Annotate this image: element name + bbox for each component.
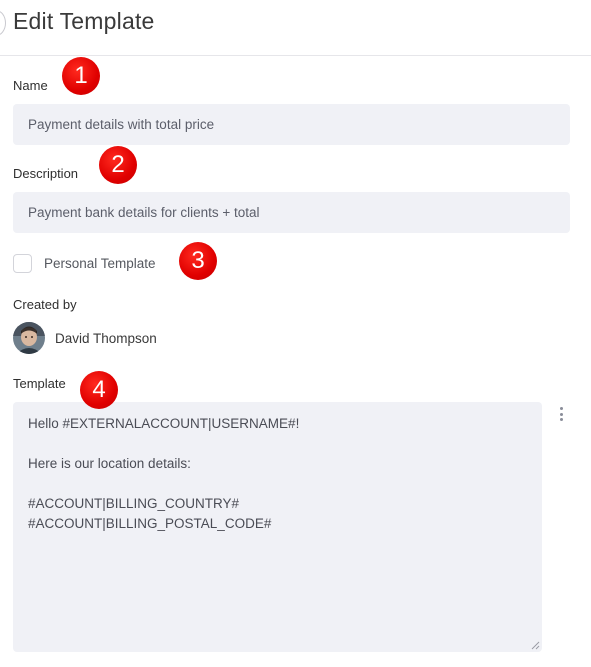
template-line bbox=[28, 474, 527, 494]
template-line: Hello #EXTERNALACCOUNT|USERNAME#! bbox=[28, 416, 300, 431]
template-line bbox=[28, 434, 527, 454]
annotation-marker-2: 2 bbox=[99, 146, 137, 184]
name-label: Name bbox=[13, 78, 48, 93]
user-avatar-icon bbox=[13, 322, 45, 354]
description-input[interactable]: Payment bank details for clients + total bbox=[13, 192, 570, 233]
annotation-marker-4: 4 bbox=[80, 371, 118, 409]
avatar bbox=[13, 322, 45, 354]
template-label: Template bbox=[13, 376, 66, 391]
template-textarea[interactable]: Hello #EXTERNALACCOUNT|USERNAME#! Here i… bbox=[13, 402, 542, 652]
description-label: Description bbox=[13, 166, 79, 181]
description-input-value: Payment bank details for clients + total bbox=[28, 205, 260, 220]
created-by-label: Created by bbox=[13, 297, 77, 312]
page-header: Edit Template bbox=[0, 0, 591, 56]
vertical-ellipsis-icon[interactable] bbox=[555, 405, 567, 423]
created-by-user: David Thompson bbox=[55, 331, 157, 346]
page-title: Edit Template bbox=[13, 8, 155, 34]
annotation-marker-1: 1 bbox=[62, 57, 100, 95]
template-line: #ACCOUNT|BILLING_POSTAL_CODE# bbox=[28, 516, 272, 531]
personal-template-label[interactable]: Personal Template bbox=[44, 256, 156, 271]
name-input-value: Payment details with total price bbox=[28, 117, 215, 132]
template-line: #ACCOUNT|BILLING_COUNTRY# bbox=[28, 496, 240, 511]
template-line: Here is our location details: bbox=[28, 456, 191, 471]
name-input[interactable]: Payment details with total price bbox=[13, 104, 570, 145]
resize-grip-icon[interactable] bbox=[530, 640, 540, 650]
personal-template-checkbox[interactable] bbox=[13, 254, 32, 273]
back-icon[interactable] bbox=[0, 10, 6, 36]
annotation-marker-3: 3 bbox=[179, 242, 217, 280]
